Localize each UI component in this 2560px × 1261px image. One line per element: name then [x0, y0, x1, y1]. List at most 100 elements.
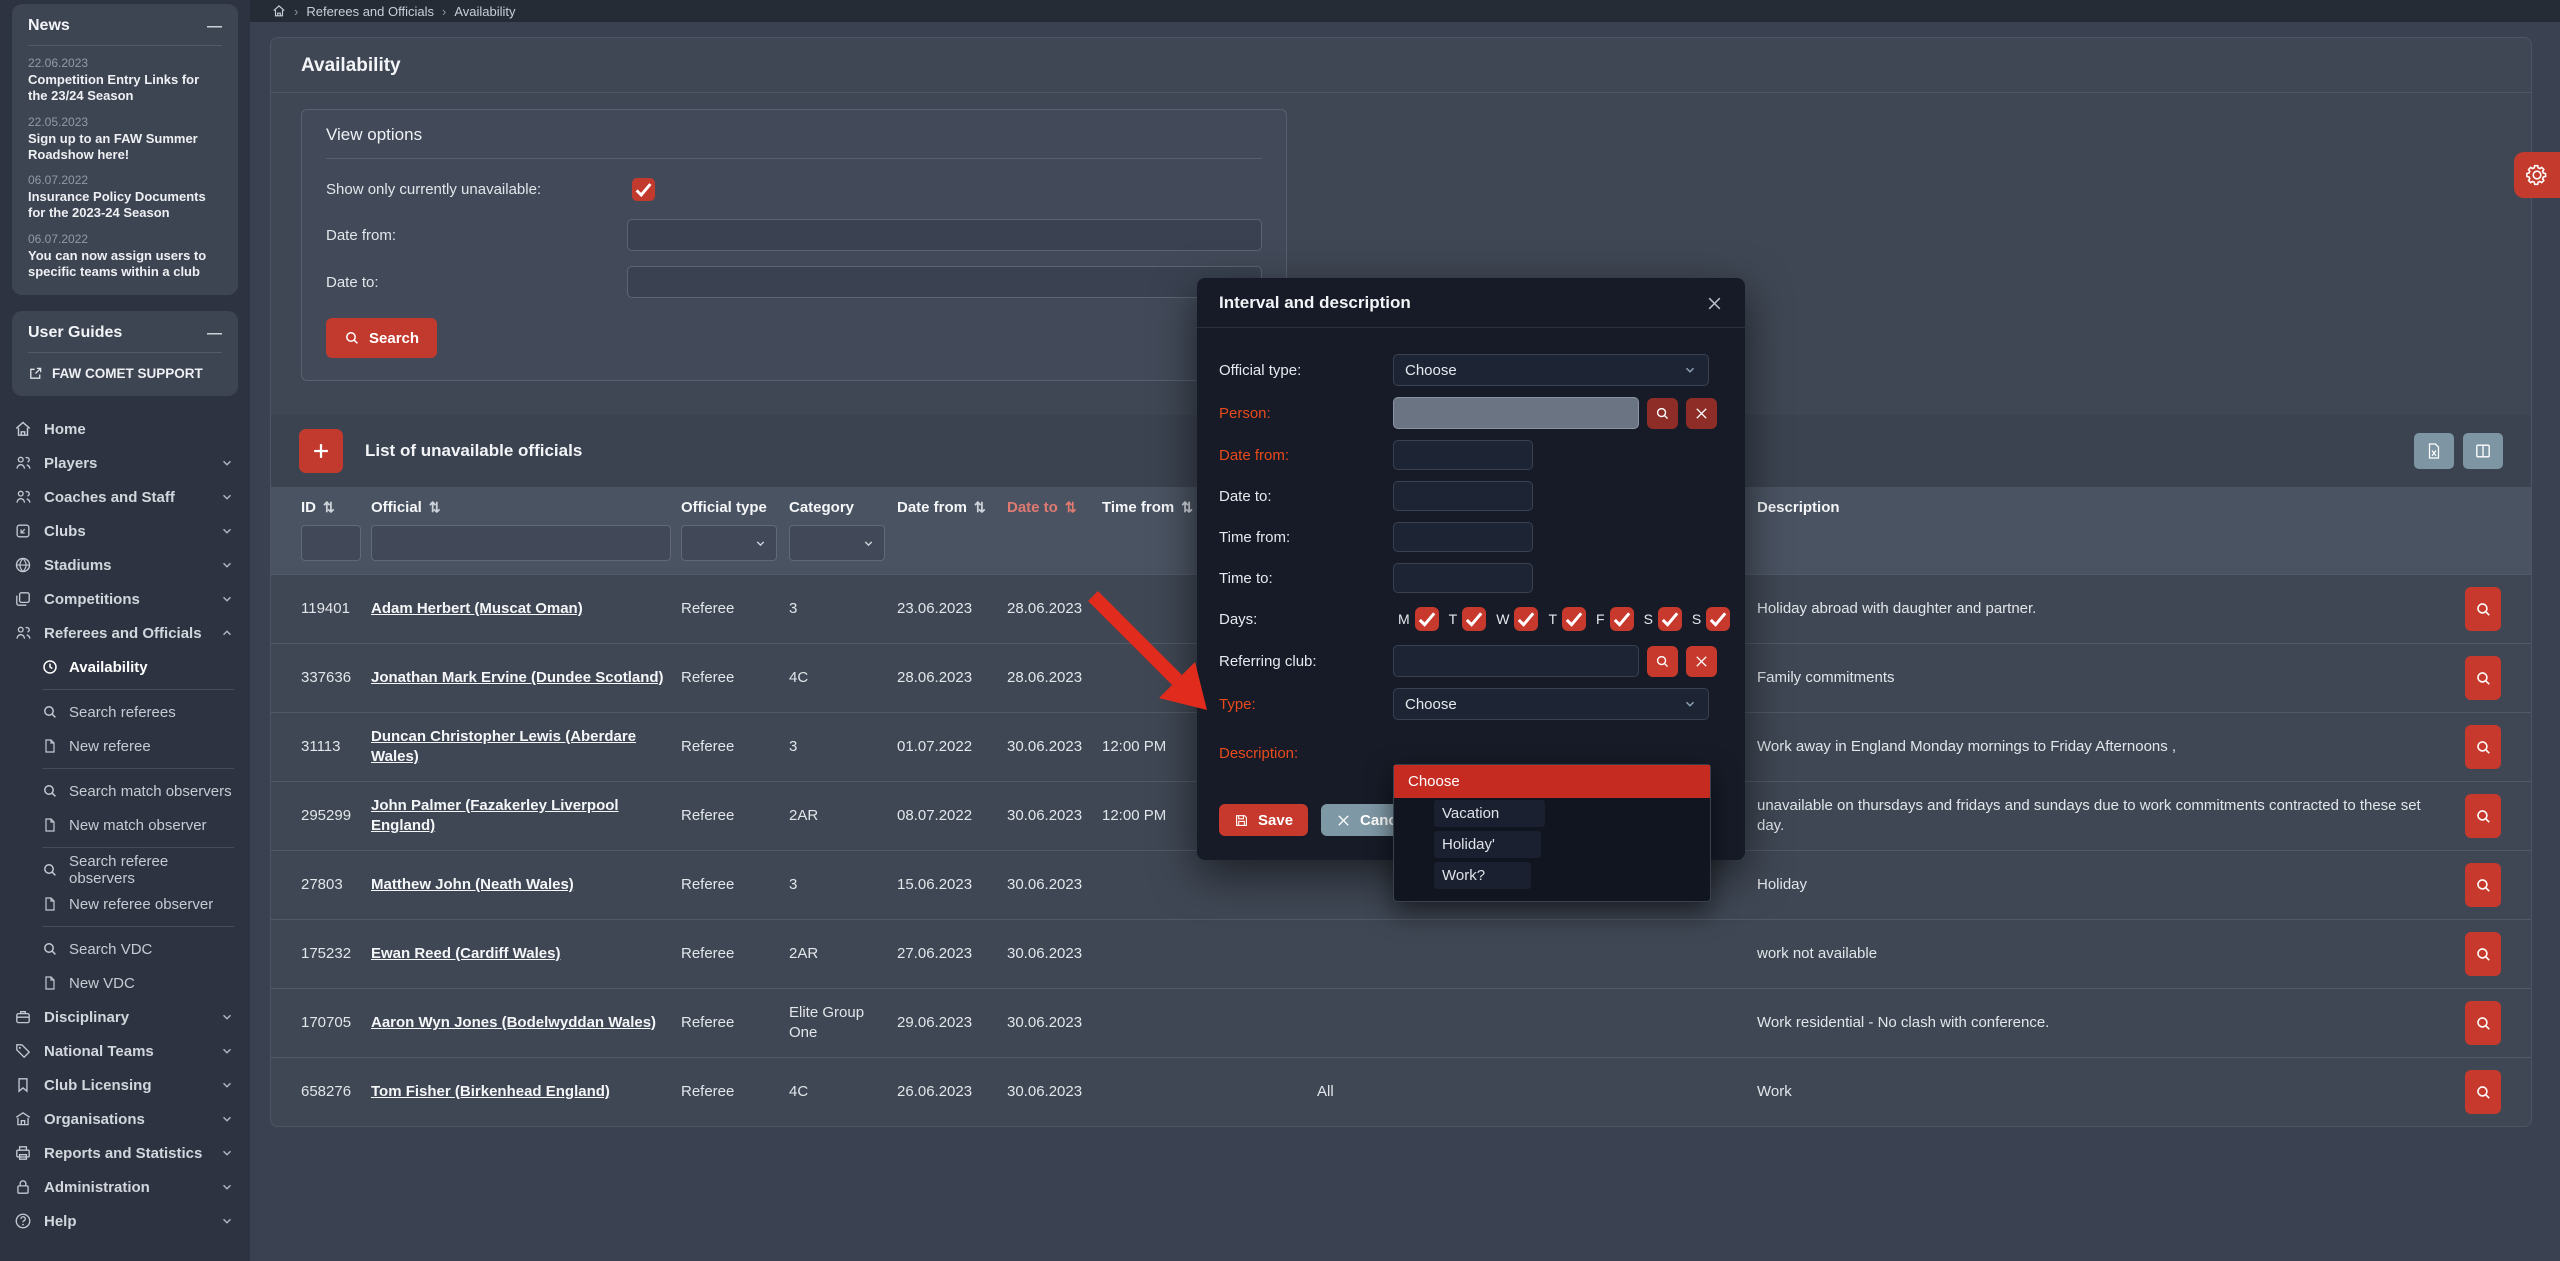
club-clear-button[interactable] [1686, 646, 1717, 677]
date-to-input[interactable] [627, 266, 1262, 298]
show-only-checkbox[interactable] [632, 178, 655, 201]
sidebar-item-availability[interactable]: Availability [0, 650, 250, 684]
sort-icon[interactable]: ⇅ [429, 499, 441, 516]
row-detail-button[interactable] [2465, 1070, 2501, 1114]
official-type-filter-select[interactable] [681, 525, 777, 561]
official-type-select[interactable]: Choose [1393, 354, 1709, 386]
home-icon[interactable] [272, 4, 286, 18]
official-link[interactable]: Matthew John (Neath Wales) [371, 876, 574, 893]
cell-official-type: Referee [681, 1082, 789, 1102]
official-link[interactable]: Duncan Christopher Lewis (Aberdare Wales… [371, 728, 636, 765]
news-item[interactable]: 06.07.2022 Insurance Policy Documents fo… [28, 173, 222, 222]
day-checkbox[interactable] [1658, 607, 1682, 631]
date-from-input[interactable] [627, 219, 1262, 251]
sidebar-item-search-vdc[interactable]: Search VDC [0, 932, 250, 966]
type-option[interactable]: Holiday' [1394, 829, 1710, 860]
sidebar-item-administration[interactable]: Administration [0, 1170, 250, 1204]
search-icon [2475, 601, 2492, 618]
person-search-button[interactable] [1647, 398, 1678, 429]
category-filter-select[interactable] [789, 525, 885, 561]
sidebar-item-search-referee-observers[interactable]: Search referee observers [0, 853, 250, 887]
sidebar-item-coaches-and-staff[interactable]: Coaches and Staff [0, 480, 250, 514]
add-interval-button[interactable] [299, 429, 343, 473]
time-to-input[interactable] [1393, 563, 1533, 593]
sidebar-item-home[interactable]: Home [0, 412, 250, 446]
sidebar-item-club-licensing[interactable]: Club Licensing [0, 1068, 250, 1102]
official-link[interactable]: John Palmer (Fazakerley Liverpool Englan… [371, 797, 619, 834]
collapse-icon[interactable]: — [207, 325, 222, 342]
sidebar-item-clubs[interactable]: Clubs [0, 514, 250, 548]
export-excel-button[interactable] [2414, 433, 2454, 469]
close-icon[interactable] [1706, 295, 1723, 312]
news-item[interactable]: 06.07.2022 You can now assign users to s… [28, 232, 222, 281]
sort-icon[interactable]: ⇅ [323, 499, 335, 516]
day-checkbox[interactable] [1415, 607, 1439, 631]
day-checkbox[interactable] [1462, 607, 1486, 631]
sidebar-item-organisations[interactable]: Organisations [0, 1102, 250, 1136]
sort-icon[interactable]: ⇅ [974, 499, 986, 516]
type-option[interactable]: Choose [1394, 765, 1710, 798]
breadcrumb-availability[interactable]: Availability [454, 4, 515, 19]
sidebar-item-new-vdc[interactable]: New VDC [0, 966, 250, 1000]
sidebar-item-stadiums[interactable]: Stadiums [0, 548, 250, 582]
official-link[interactable]: Jonathan Mark Ervine (Dundee Scotland) [371, 669, 664, 686]
sidebar-item-new-match-observer[interactable]: New match observer [0, 808, 250, 842]
sort-icon[interactable]: ⇅ [1065, 499, 1077, 516]
day-checkbox[interactable] [1562, 607, 1586, 631]
save-button[interactable]: Save [1219, 804, 1308, 836]
breadcrumb-referees[interactable]: Referees and Officials [306, 4, 434, 19]
modal-date-from-input[interactable] [1393, 440, 1533, 470]
sidebar-item-referees-and-officials[interactable]: Referees and Officials [0, 616, 250, 650]
briefcase-icon [14, 1008, 32, 1026]
column-header[interactable]: Date to⇅ [1007, 499, 1102, 516]
sidebar-item-players[interactable]: Players [0, 446, 250, 480]
sidebar-item-reports-and-statistics[interactable]: Reports and Statistics [0, 1136, 250, 1170]
row-detail-button[interactable] [2465, 863, 2501, 907]
column-header[interactable]: Date from⇅ [897, 499, 1007, 516]
type-select[interactable]: Choose [1393, 688, 1709, 720]
sidebar-item-disciplinary[interactable]: Disciplinary [0, 1000, 250, 1034]
row-detail-button[interactable] [2465, 932, 2501, 976]
row-detail-button[interactable] [2465, 725, 2501, 769]
sidebar-item-search-match-observers[interactable]: Search match observers [0, 774, 250, 808]
news-item[interactable]: 22.06.2023 Competition Entry Links for t… [28, 56, 222, 105]
type-option[interactable]: Vacation [1394, 798, 1710, 829]
sidebar-item-new-referee[interactable]: New referee [0, 729, 250, 763]
sidebar-item-search-referees[interactable]: Search referees [0, 695, 250, 729]
sidebar-item-national-teams[interactable]: National Teams [0, 1034, 250, 1068]
day-checkbox[interactable] [1610, 607, 1634, 631]
person-clear-button[interactable] [1686, 398, 1717, 429]
sidebar-item-new-referee-observer[interactable]: New referee observer [0, 887, 250, 921]
official-link[interactable]: Tom Fisher (Birkenhead England) [371, 1083, 610, 1100]
row-detail-button[interactable] [2465, 587, 2501, 631]
row-detail-button[interactable] [2465, 1001, 2501, 1045]
official-link[interactable]: Aaron Wyn Jones (Bodelwyddan Wales) [371, 1014, 656, 1031]
club-search-button[interactable] [1647, 646, 1678, 677]
faw-comet-support-link[interactable]: FAW COMET SUPPORT [28, 366, 222, 381]
column-header[interactable]: ID⇅ [301, 499, 371, 516]
referring-club-input[interactable] [1393, 645, 1639, 677]
column-header[interactable]: Official⇅ [371, 499, 681, 516]
id-filter-input[interactable] [301, 525, 361, 561]
sidebar-item-help[interactable]: Help [0, 1204, 250, 1238]
sidebar-item-competitions[interactable]: Competitions [0, 582, 250, 616]
row-detail-button[interactable] [2465, 794, 2501, 838]
day-checkbox[interactable] [1514, 607, 1538, 631]
settings-gear-button[interactable] [2514, 152, 2560, 198]
club-icon [14, 522, 32, 540]
official-filter-input[interactable] [371, 525, 671, 561]
official-link[interactable]: Ewan Reed (Cardiff Wales) [371, 945, 560, 962]
collapse-icon[interactable]: — [207, 18, 222, 35]
type-option[interactable]: Work? [1394, 860, 1710, 891]
news-item[interactable]: 22.05.2023 Sign up to an FAW Summer Road… [28, 115, 222, 164]
sort-icon[interactable]: ⇅ [1181, 499, 1193, 516]
row-detail-button[interactable] [2465, 656, 2501, 700]
official-link[interactable]: Adam Herbert (Muscat Oman) [371, 600, 583, 617]
time-from-input[interactable] [1393, 522, 1533, 552]
search-button[interactable]: Search [326, 318, 437, 358]
column-settings-button[interactable] [2463, 433, 2503, 469]
chevron-down-icon [220, 1044, 234, 1058]
modal-date-to-input[interactable] [1393, 481, 1533, 511]
person-input[interactable] [1393, 397, 1639, 429]
day-checkbox[interactable] [1706, 607, 1730, 631]
